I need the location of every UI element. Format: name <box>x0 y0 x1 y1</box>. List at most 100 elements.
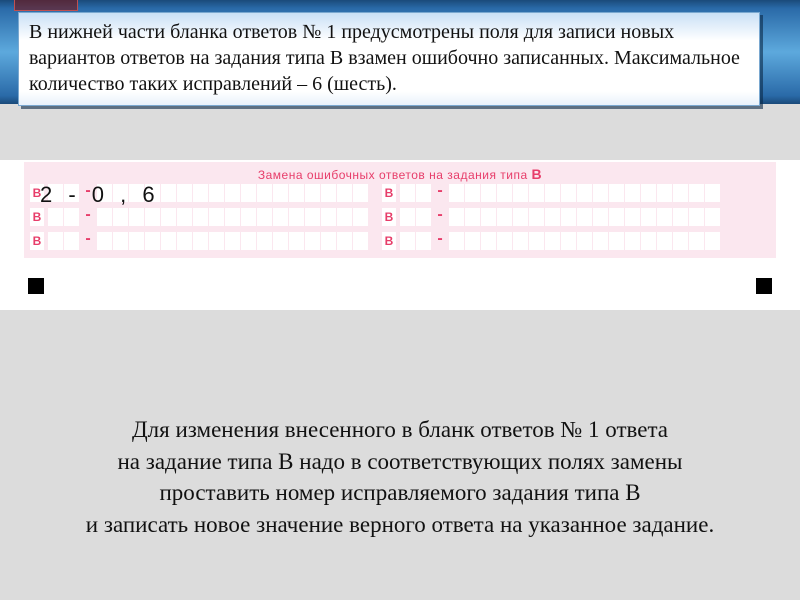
answer-cell[interactable] <box>113 232 128 250</box>
answer-cell[interactable] <box>449 232 464 250</box>
answer-cell[interactable] <box>241 232 256 250</box>
answer-cell[interactable] <box>465 184 480 202</box>
answer-cell[interactable] <box>657 232 672 250</box>
answer-cell[interactable] <box>241 208 256 226</box>
answer-cell[interactable] <box>625 184 640 202</box>
answer-cell[interactable] <box>257 208 272 226</box>
answer-cell[interactable] <box>465 232 480 250</box>
answer-cell[interactable] <box>689 208 704 226</box>
answer-cell[interactable] <box>513 184 528 202</box>
answer-cell[interactable] <box>705 184 720 202</box>
task-number-cell[interactable] <box>48 208 63 226</box>
answer-cell[interactable] <box>609 232 624 250</box>
answer-cell[interactable] <box>545 232 560 250</box>
answer-cell[interactable] <box>145 232 160 250</box>
answer-cell[interactable] <box>529 232 544 250</box>
answer-cell[interactable] <box>257 184 272 202</box>
answer-cell[interactable] <box>241 184 256 202</box>
answer-cell[interactable] <box>209 208 224 226</box>
answer-cell[interactable] <box>657 208 672 226</box>
answer-cell[interactable] <box>593 208 608 226</box>
answer-cell[interactable] <box>657 184 672 202</box>
answer-cell[interactable] <box>97 232 112 250</box>
answer-cell[interactable] <box>321 184 336 202</box>
answer-cell[interactable] <box>689 184 704 202</box>
answer-cell[interactable] <box>129 208 144 226</box>
answer-cell[interactable] <box>577 184 592 202</box>
answer-cell[interactable] <box>513 232 528 250</box>
task-number-cell[interactable] <box>400 184 415 202</box>
task-number-cell[interactable] <box>48 232 63 250</box>
answer-cell[interactable] <box>705 208 720 226</box>
answer-cell[interactable] <box>673 232 688 250</box>
answer-cell[interactable] <box>145 208 160 226</box>
answer-cell[interactable] <box>449 184 464 202</box>
answer-cell[interactable] <box>689 232 704 250</box>
answer-cell[interactable] <box>145 184 160 202</box>
answer-cell[interactable] <box>353 184 368 202</box>
answer-cell[interactable] <box>193 184 208 202</box>
answer-cell[interactable] <box>289 208 304 226</box>
answer-cell[interactable] <box>321 232 336 250</box>
answer-cell[interactable] <box>561 232 576 250</box>
answer-cell[interactable] <box>177 208 192 226</box>
answer-cell[interactable] <box>161 232 176 250</box>
answer-cell[interactable] <box>273 208 288 226</box>
answer-cell[interactable] <box>129 232 144 250</box>
answer-cell[interactable] <box>97 208 112 226</box>
answer-cell[interactable] <box>337 232 352 250</box>
answer-cell[interactable] <box>561 208 576 226</box>
answer-cell[interactable] <box>593 232 608 250</box>
answer-cell[interactable] <box>161 184 176 202</box>
answer-cell[interactable] <box>225 232 240 250</box>
answer-cell[interactable] <box>113 208 128 226</box>
answer-cell[interactable] <box>529 184 544 202</box>
answer-cell[interactable] <box>577 232 592 250</box>
answer-cell[interactable] <box>593 184 608 202</box>
answer-cell[interactable] <box>177 184 192 202</box>
answer-cell[interactable] <box>673 184 688 202</box>
answer-cell[interactable] <box>97 184 112 202</box>
answer-cell[interactable] <box>673 208 688 226</box>
task-number-cell[interactable] <box>416 208 431 226</box>
answer-cell[interactable] <box>273 184 288 202</box>
task-number-cell[interactable] <box>416 184 431 202</box>
answer-cell[interactable] <box>209 232 224 250</box>
answer-cell[interactable] <box>305 208 320 226</box>
answer-cell[interactable] <box>257 232 272 250</box>
answer-cell[interactable] <box>641 208 656 226</box>
task-number-cell[interactable] <box>64 184 79 202</box>
task-number-cell[interactable] <box>64 232 79 250</box>
answer-cell[interactable] <box>113 184 128 202</box>
task-number-cell[interactable] <box>48 184 63 202</box>
answer-cell[interactable] <box>225 184 240 202</box>
answer-cell[interactable] <box>609 208 624 226</box>
answer-cell[interactable] <box>705 232 720 250</box>
answer-cell[interactable] <box>353 208 368 226</box>
answer-cell[interactable] <box>289 184 304 202</box>
answer-cell[interactable] <box>465 208 480 226</box>
answer-cell[interactable] <box>497 232 512 250</box>
task-number-cell[interactable] <box>400 232 415 250</box>
answer-cell[interactable] <box>161 208 176 226</box>
answer-cell[interactable] <box>225 208 240 226</box>
answer-cell[interactable] <box>513 208 528 226</box>
answer-cell[interactable] <box>337 184 352 202</box>
answer-cell[interactable] <box>337 208 352 226</box>
answer-cell[interactable] <box>625 208 640 226</box>
answer-cell[interactable] <box>481 184 496 202</box>
answer-cell[interactable] <box>481 208 496 226</box>
answer-cell[interactable] <box>641 184 656 202</box>
answer-cell[interactable] <box>641 232 656 250</box>
answer-cell[interactable] <box>177 232 192 250</box>
task-number-cell[interactable] <box>64 208 79 226</box>
answer-cell[interactable] <box>545 184 560 202</box>
answer-cell[interactable] <box>305 232 320 250</box>
answer-cell[interactable] <box>497 184 512 202</box>
answer-cell[interactable] <box>561 184 576 202</box>
answer-cell[interactable] <box>193 232 208 250</box>
answer-cell[interactable] <box>625 232 640 250</box>
answer-cell[interactable] <box>449 208 464 226</box>
answer-cell[interactable] <box>273 232 288 250</box>
answer-cell[interactable] <box>609 184 624 202</box>
